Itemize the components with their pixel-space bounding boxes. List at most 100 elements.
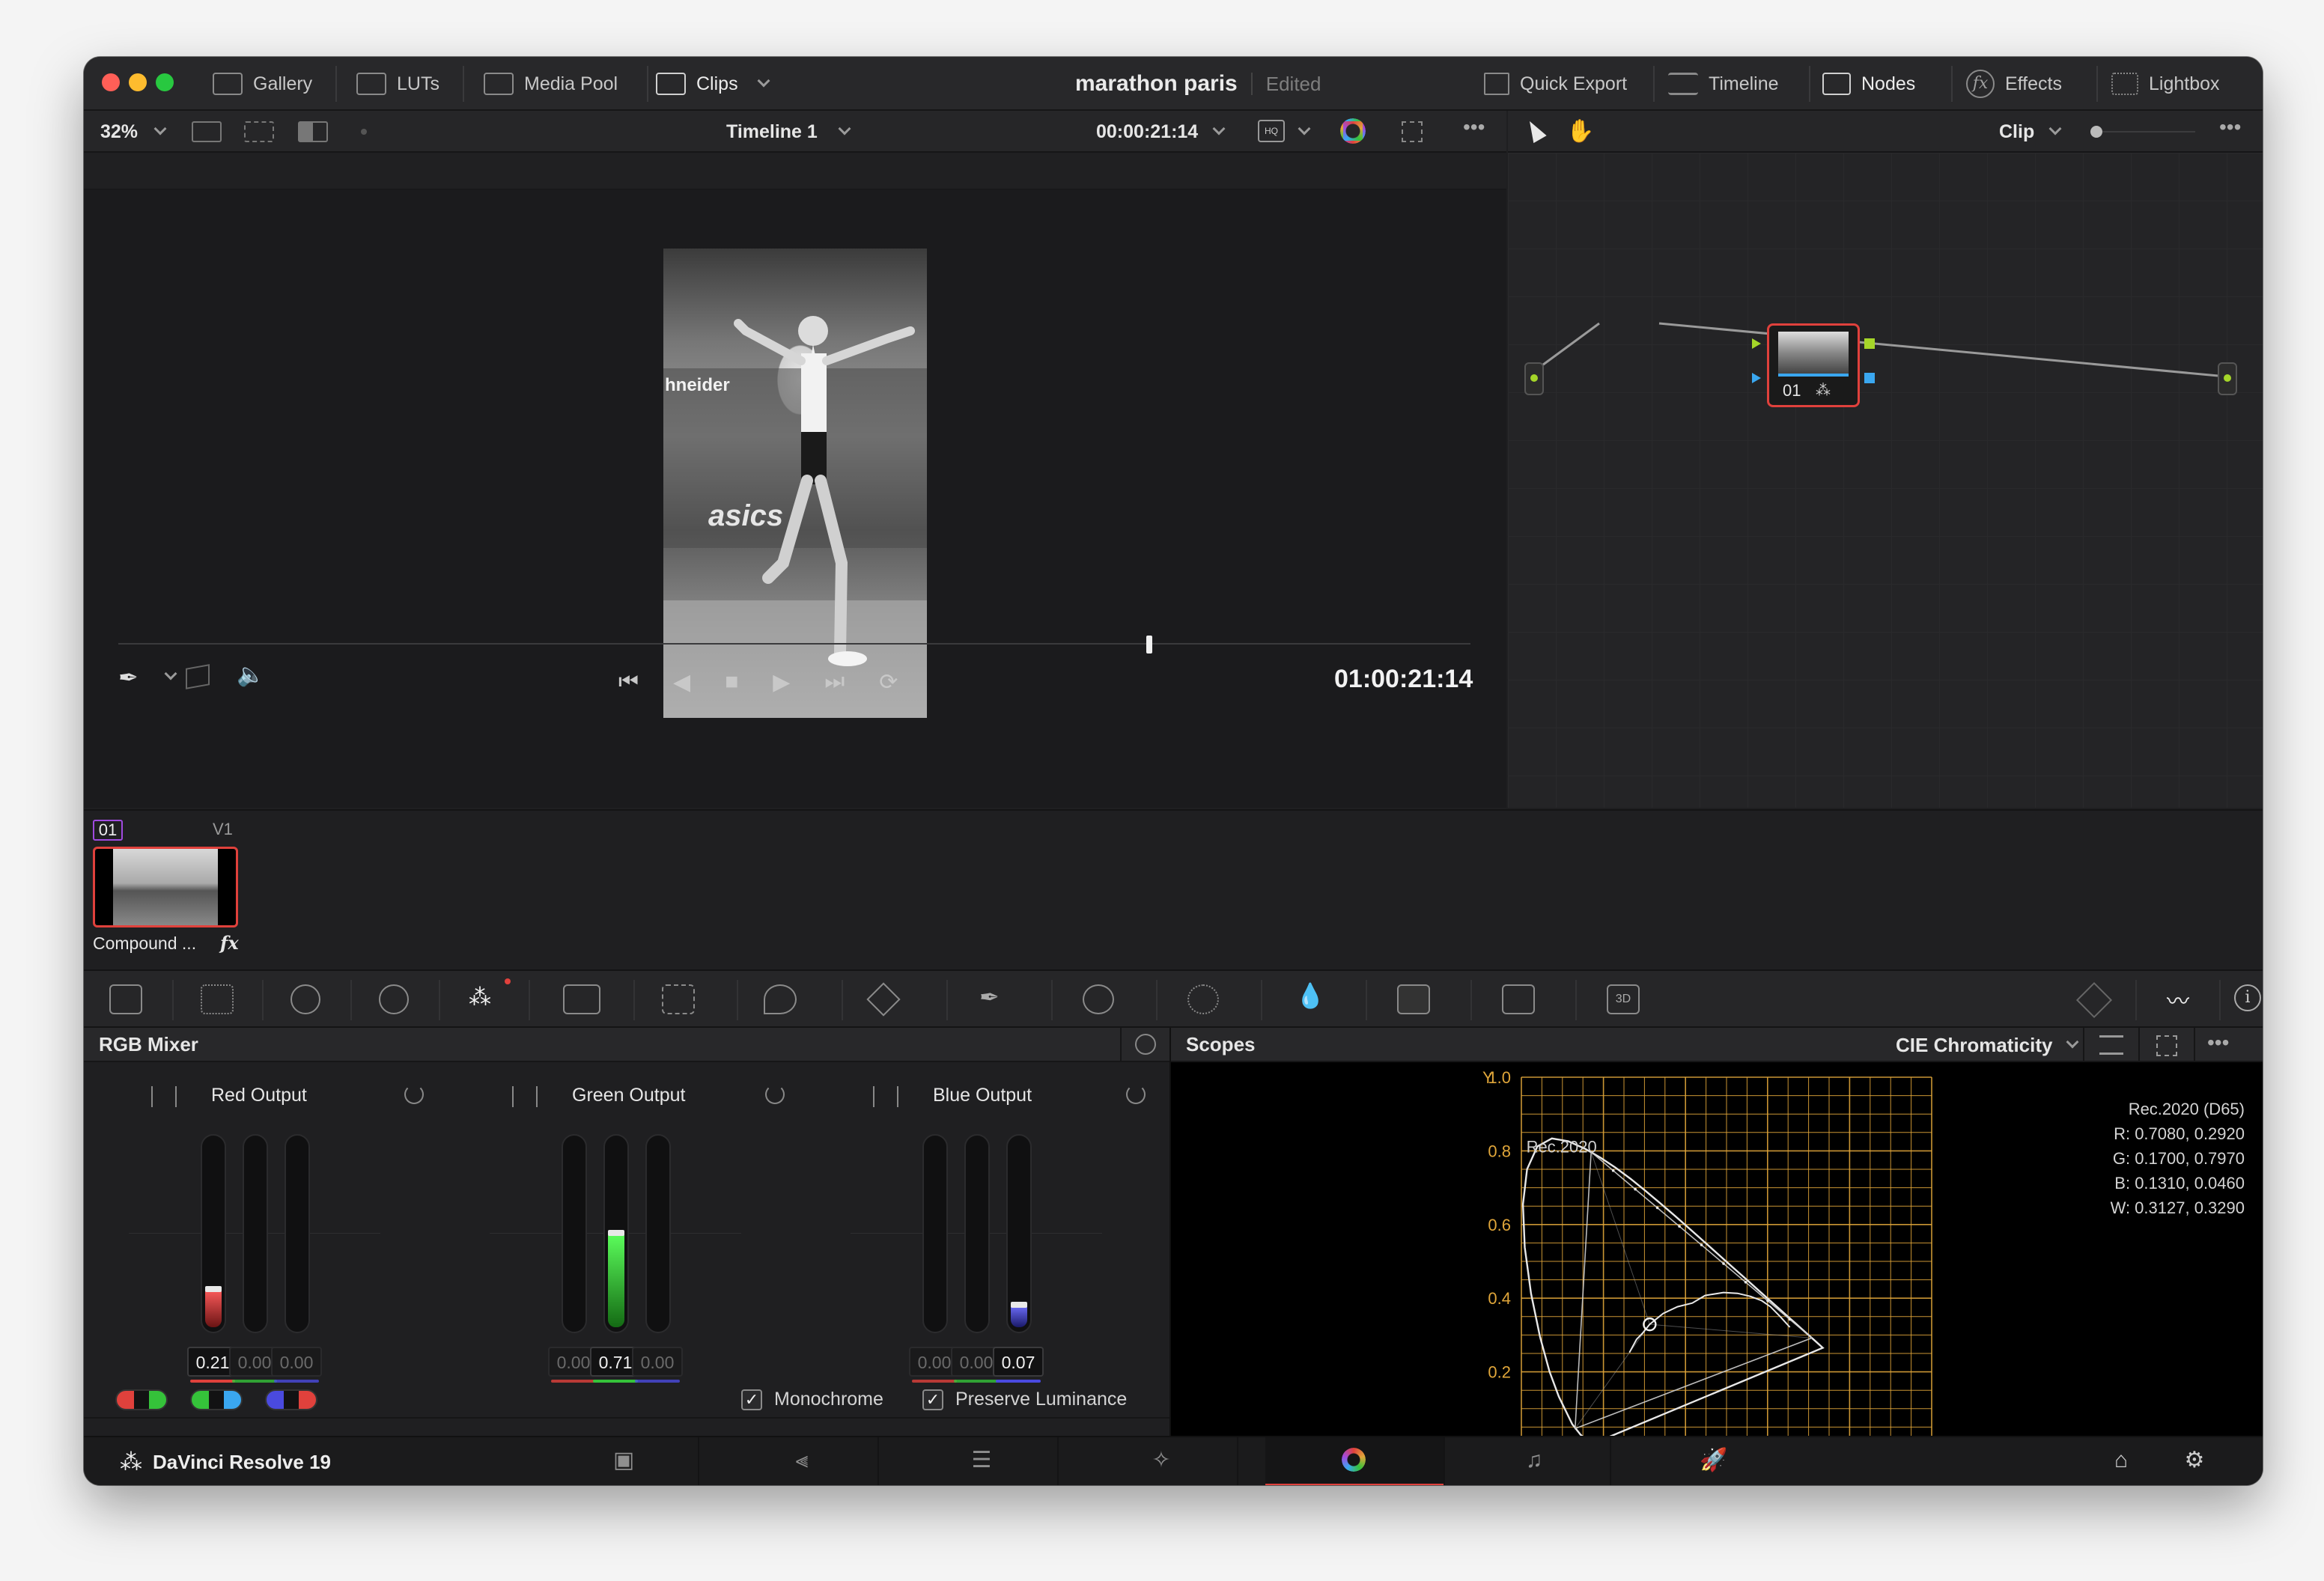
media-page-icon[interactable]: ▣ <box>609 1448 638 1473</box>
more-icon[interactable]: ••• <box>2207 1031 2229 1055</box>
mixer-value-blue[interactable]: 0.00 <box>271 1347 322 1377</box>
viewer-scrubber-track[interactable] <box>118 643 1470 645</box>
rgb-output-port[interactable] <box>1864 338 1875 349</box>
nodes-toggle-button[interactable]: Nodes <box>1822 57 1915 111</box>
fairlight-page-icon[interactable]: ♫ <box>1520 1448 1548 1473</box>
reverse-play-icon[interactable]: ◀ <box>673 669 690 695</box>
color-warper-icon[interactable] <box>764 984 797 1014</box>
zoom-window-button[interactable] <box>156 73 174 91</box>
hq-icon[interactable]: HQ <box>1258 120 1285 142</box>
node-output[interactable] <box>2218 362 2237 395</box>
node-input[interactable] <box>1524 362 1544 395</box>
sizing-icon[interactable] <box>1502 984 1535 1014</box>
close-window-button[interactable] <box>102 73 120 91</box>
clips-button[interactable]: Clips <box>656 57 770 111</box>
node-zoom-slider[interactable] <box>2090 131 2195 132</box>
home-icon[interactable]: ⌂ <box>2107 1448 2135 1473</box>
node-mode-select[interactable]: Clip <box>1999 111 2062 153</box>
split-viewer-icon[interactable] <box>244 121 274 142</box>
scope-expand-icon[interactable] <box>2156 1035 2177 1056</box>
pointer-icon[interactable] <box>1523 117 1547 144</box>
slider-handle[interactable] <box>608 1230 624 1236</box>
timeline-toggle-button[interactable]: Timeline <box>1668 57 1779 111</box>
quick-export-button[interactable]: Quick Export <box>1484 57 1627 111</box>
deliver-page-icon[interactable]: 🚀 <box>1700 1448 1728 1473</box>
tracker-icon[interactable] <box>1187 984 1219 1014</box>
slider-handle[interactable] <box>1011 1302 1027 1308</box>
scopes-icon[interactable]: 〰 <box>2167 983 2189 1016</box>
rgb-mixer-icon[interactable]: ⁂ <box>469 984 503 1014</box>
gallery-button[interactable]: Gallery <box>213 57 312 111</box>
wipe-icon[interactable] <box>298 121 328 142</box>
fusion-page-icon[interactable]: ✧ <box>1147 1448 1175 1473</box>
mixer-slider-red[interactable] <box>922 1134 948 1333</box>
key-input-port[interactable] <box>1752 373 1761 383</box>
source-timecode[interactable]: 00:00:21:14 <box>1096 111 1226 153</box>
viewer-playhead[interactable] <box>1146 636 1152 654</box>
timeline-select[interactable]: Timeline 1 <box>726 111 851 153</box>
layers-icon[interactable] <box>186 664 210 689</box>
camera-raw-icon[interactable] <box>109 984 142 1014</box>
clip-thumbnail[interactable] <box>93 847 238 927</box>
mixer-slider-blue[interactable] <box>1006 1134 1032 1333</box>
slider-handle[interactable] <box>205 1286 222 1292</box>
key-output-port[interactable] <box>1864 373 1875 383</box>
stop-icon[interactable]: ■ <box>725 669 738 695</box>
power-window-icon[interactable] <box>1083 984 1114 1014</box>
zoom-select[interactable]: 32% <box>100 111 167 153</box>
output-reset-icon[interactable] <box>765 1085 785 1104</box>
preserve-luminance-option[interactable]: ✓ Preserve Luminance <box>922 1389 1127 1410</box>
node-zoom-handle[interactable] <box>2090 126 2102 138</box>
go-to-end-icon[interactable]: ⏭ <box>824 669 845 695</box>
hdr-wheels-icon[interactable] <box>379 984 409 1014</box>
cut-page-icon[interactable]: ⫷ <box>788 1448 816 1473</box>
settings-gear-icon[interactable]: ⚙ <box>2180 1448 2209 1473</box>
primaries-wheels-icon[interactable] <box>290 984 320 1014</box>
swap-blue-red-button[interactable] <box>265 1389 317 1410</box>
qualifier-icon[interactable] <box>866 982 901 1017</box>
mixer-value-blue[interactable]: 0.07 <box>993 1347 1044 1377</box>
picker-qualifier-icon[interactable]: ✒ <box>979 983 1000 1011</box>
picker-icon[interactable]: ✒ <box>118 663 148 693</box>
mixer-slider-blue[interactable] <box>285 1134 310 1333</box>
luts-button[interactable]: LUTs <box>356 57 439 111</box>
lightbox-button[interactable]: Lightbox <box>2111 57 2220 111</box>
output-reset-icon[interactable] <box>1126 1085 1146 1104</box>
hand-icon[interactable]: ✋ <box>1566 118 1594 144</box>
output-adjust-icon[interactable] <box>512 1086 538 1107</box>
volume-icon[interactable]: 🔈 <box>237 662 264 688</box>
color-wheel-icon[interactable] <box>1340 118 1366 144</box>
output-adjust-icon[interactable] <box>873 1086 898 1107</box>
mixer-value-blue[interactable]: 0.00 <box>632 1347 683 1377</box>
color-page-tab[interactable] <box>1265 1437 1444 1485</box>
motion-effects-icon[interactable] <box>563 984 600 1014</box>
mixer-slider-red[interactable] <box>201 1134 226 1333</box>
mixer-slider-blue[interactable] <box>645 1134 671 1333</box>
mixer-slider-green[interactable] <box>243 1134 268 1333</box>
mixer-slider-red[interactable] <box>562 1134 587 1333</box>
swap-green-blue-button[interactable] <box>190 1389 243 1410</box>
info-icon[interactable]: i <box>2234 984 2261 1011</box>
effects-toggle-button[interactable]: fx Effects <box>1966 57 2062 111</box>
key-icon[interactable] <box>1397 984 1430 1014</box>
single-viewer-icon[interactable] <box>192 121 222 142</box>
more-icon[interactable]: ••• <box>1463 115 1485 139</box>
keyframes-icon[interactable] <box>2075 981 2113 1019</box>
curves-icon[interactable] <box>662 984 695 1014</box>
3d-icon[interactable]: 3D <box>1607 984 1640 1014</box>
mixer-slider-green[interactable] <box>964 1134 990 1333</box>
go-to-start-icon[interactable]: ⏮ <box>618 669 639 695</box>
media-pool-button[interactable]: Media Pool <box>484 57 618 111</box>
mixer-slider-green[interactable] <box>603 1134 629 1333</box>
color-match-icon[interactable] <box>201 984 234 1014</box>
edit-page-icon[interactable]: ☰ <box>967 1448 996 1473</box>
scope-mode-select[interactable]: CIE Chromaticity <box>1896 1028 2078 1062</box>
minimize-window-button[interactable] <box>129 73 147 91</box>
preserve-luminance-checkbox[interactable]: ✓ <box>922 1389 943 1410</box>
blur-icon[interactable]: 💧 <box>1295 981 1325 1010</box>
fullscreen-icon[interactable] <box>1402 121 1423 142</box>
corrector-node-01[interactable]: 01 ⁂ <box>1767 323 1860 407</box>
monochrome-checkbox[interactable]: ✓ <box>741 1389 762 1410</box>
rgb-input-port[interactable] <box>1752 338 1761 349</box>
play-icon[interactable]: ▶ <box>773 669 790 695</box>
